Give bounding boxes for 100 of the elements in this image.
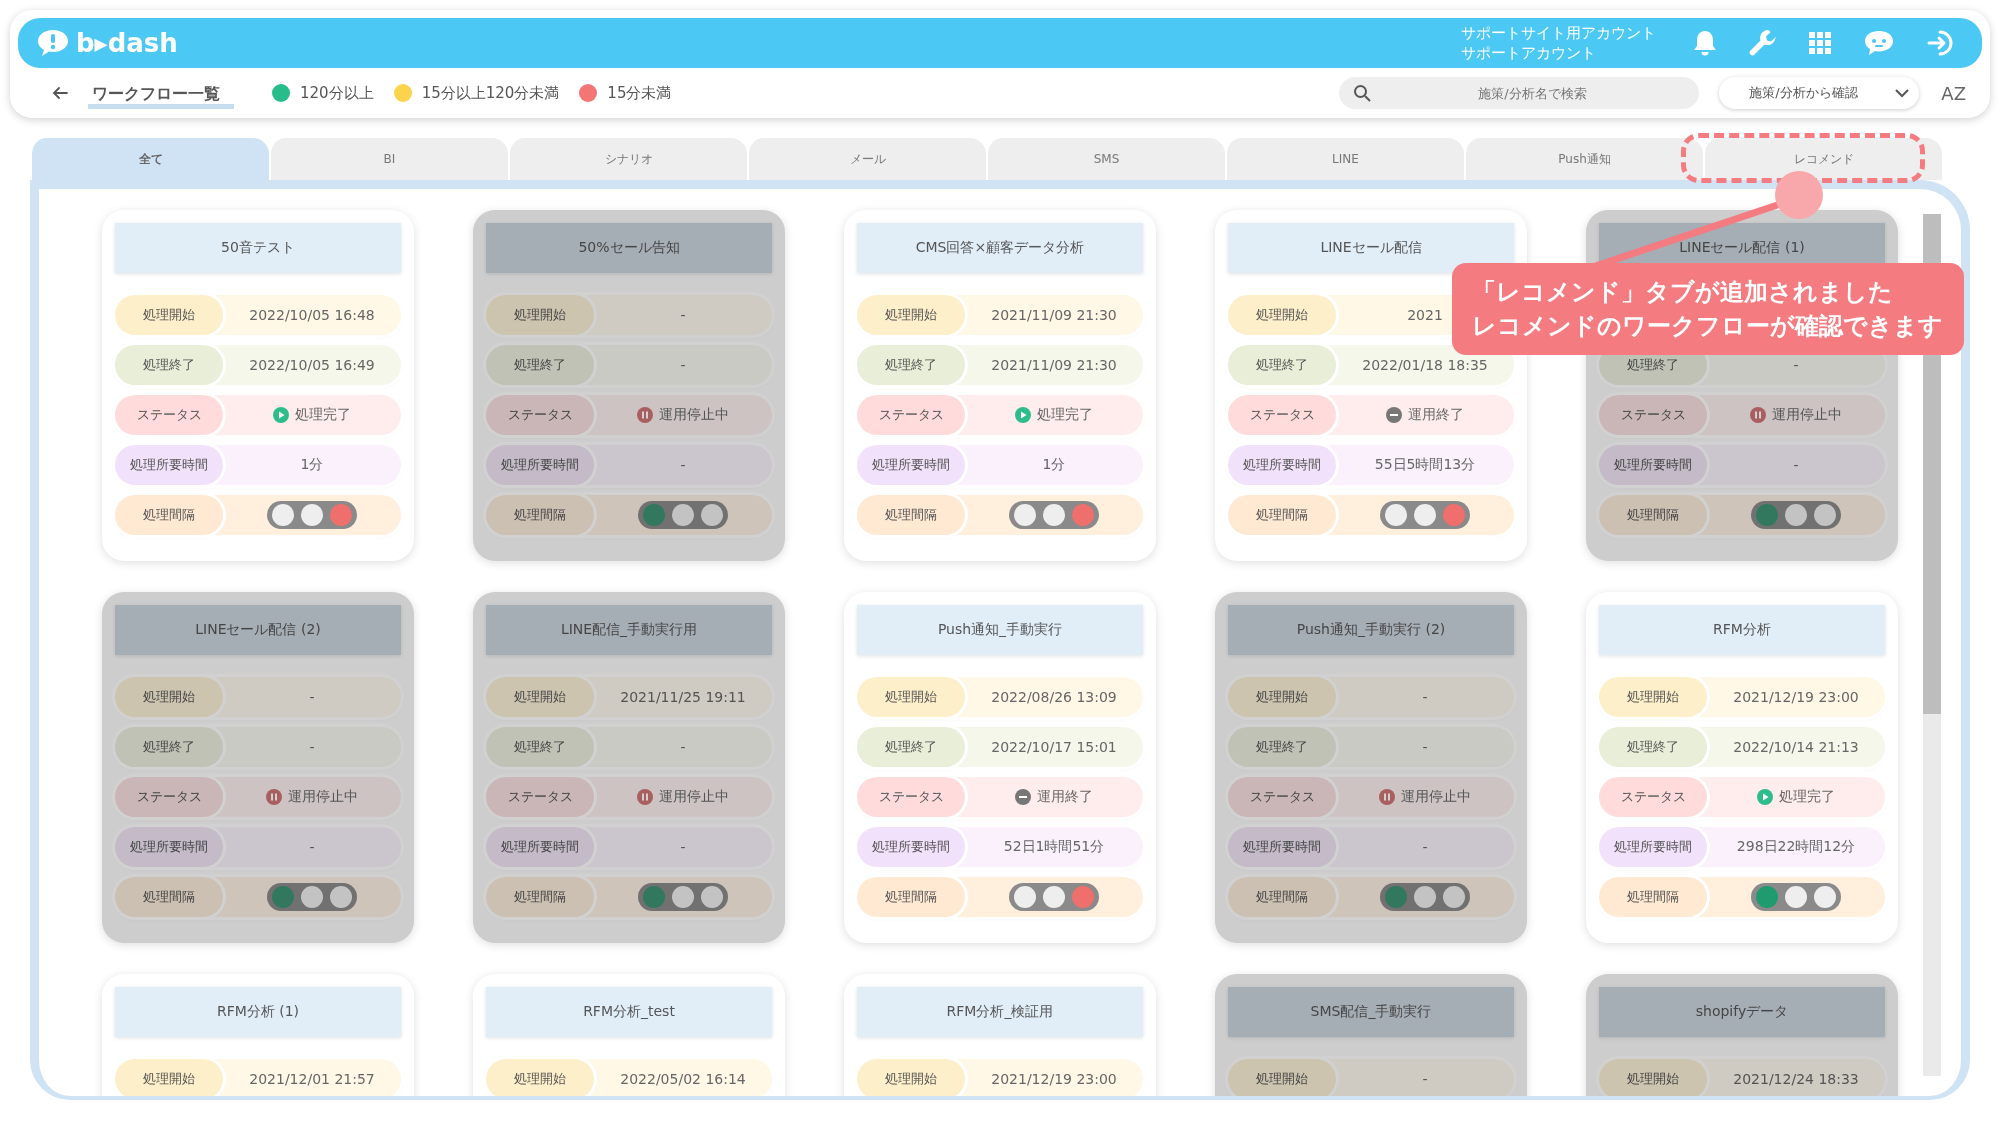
legend-label: 15分以上120分未満 bbox=[421, 83, 560, 103]
workflow-card[interactable]: RFM分析 処理開始 2021/12/19 23:00 処理終了 2022/10/14 21:13 ステータス 処理完了 処理所要時間 298日22時間12分 処理間隔 bbox=[1586, 592, 1898, 943]
bell-icon[interactable] bbox=[1692, 29, 1718, 57]
workflow-title: RFM分析_test bbox=[486, 987, 772, 1037]
row-value: - bbox=[308, 739, 316, 755]
category-tab[interactable]: SMS bbox=[986, 138, 1225, 180]
legend-label: 120分以上 bbox=[300, 83, 374, 103]
row-value: - bbox=[679, 839, 687, 855]
row-value: 2021/12/19 23:00 bbox=[990, 1071, 1118, 1087]
row-label: 処理終了 bbox=[1599, 727, 1707, 767]
row-value: 298日22時間12分 bbox=[1735, 838, 1857, 856]
search-field[interactable]: 施策/分析名で検索 bbox=[1339, 77, 1700, 109]
status-text: 運用終了 bbox=[1408, 406, 1464, 424]
filter-dropdown[interactable]: 施策/分析から確認 bbox=[1719, 77, 1920, 109]
category-tab[interactable]: BI bbox=[269, 138, 508, 180]
category-tab[interactable]: シナリオ bbox=[508, 138, 747, 180]
chevron-down-icon bbox=[1895, 88, 1910, 98]
row-label: 処理終了 bbox=[115, 727, 223, 767]
row-label: ステータス bbox=[1228, 395, 1336, 435]
status-text: 運用停止中 bbox=[1401, 788, 1471, 806]
status-text: 運用終了 bbox=[1037, 788, 1093, 806]
workflow-title: Push通知_手動実行 bbox=[857, 605, 1143, 655]
row-label: 処理所要時間 bbox=[115, 445, 223, 485]
row-value: 2021 bbox=[1406, 307, 1444, 323]
pause-icon bbox=[1379, 789, 1395, 805]
row-label: ステータス bbox=[1599, 777, 1707, 817]
back-arrow-icon[interactable] bbox=[52, 86, 68, 100]
workflow-title: 50音テスト bbox=[115, 223, 401, 273]
workflow-title: LINEセール配信 (2) bbox=[115, 605, 401, 655]
row-label: 処理開始 bbox=[115, 295, 223, 335]
row-value: 2022/01/18 18:35 bbox=[1361, 357, 1489, 373]
category-tab[interactable]: 全て bbox=[30, 138, 269, 180]
row-value: 2021/11/25 19:11 bbox=[619, 689, 747, 705]
row-label: 処理間隔 bbox=[115, 495, 223, 535]
status-text: 処理完了 bbox=[295, 406, 351, 424]
legend-label: 15分未満 bbox=[607, 83, 672, 103]
workflow-card[interactable]: CMS回答×顧客データ分析 処理開始 2021/11/09 21:30 処理終了 2021/11/09 21:30 ステータス 処理完了 処理所要時間 1分 処理間隔 bbox=[844, 210, 1156, 561]
row-label: 処理所要時間 bbox=[1228, 445, 1336, 485]
row-label: 処理所要時間 bbox=[857, 827, 965, 867]
row-label: 処理所要時間 bbox=[1599, 445, 1707, 485]
row-value: 1分 bbox=[299, 456, 325, 474]
status-text: 運用停止中 bbox=[659, 406, 729, 424]
row-label: 処理間隔 bbox=[486, 495, 594, 535]
row-value: 1分 bbox=[1041, 456, 1067, 474]
play-icon bbox=[273, 407, 289, 423]
row-label: 処理開始 bbox=[857, 295, 965, 335]
row-value: 52日1時間51分 bbox=[1002, 838, 1106, 856]
row-value: 2021/12/19 23:00 bbox=[1732, 689, 1860, 705]
row-label: 処理開始 bbox=[115, 1059, 223, 1096]
row-label: ステータス bbox=[857, 777, 965, 817]
row-label: 処理間隔 bbox=[1228, 877, 1336, 917]
pause-icon bbox=[637, 789, 653, 805]
row-value: - bbox=[1792, 357, 1800, 373]
row-label: 処理開始 bbox=[1228, 677, 1336, 717]
row-value: 2021/12/24 18:33 bbox=[1732, 1071, 1860, 1087]
row-label: 処理開始 bbox=[486, 677, 594, 717]
status-text: 運用停止中 bbox=[1772, 406, 1842, 424]
workflow-title: CMS回答×顧客データ分析 bbox=[857, 223, 1143, 273]
row-label: ステータス bbox=[115, 395, 223, 435]
row-value: - bbox=[1421, 1071, 1429, 1087]
row-value: - bbox=[679, 357, 687, 373]
row-label: 処理終了 bbox=[486, 727, 594, 767]
row-value: 2022/05/02 16:14 bbox=[619, 1071, 747, 1087]
row-label: 処理開始 bbox=[115, 677, 223, 717]
row-value: 2021/12/01 21:57 bbox=[248, 1071, 376, 1087]
logo-text: b▸dash bbox=[76, 28, 178, 58]
workflow-card[interactable]: Push通知_手動実行 処理開始 2022/08/26 13:09 処理終了 2022/10/17 15:01 ステータス 運用終了 処理所要時間 52日1時間51分 処理間隔 bbox=[844, 592, 1156, 943]
workflow-card[interactable]: RFM分析_検証用 処理開始 2021/12/19 23:00 bbox=[844, 974, 1156, 1096]
apps-grid-icon[interactable] bbox=[1808, 31, 1832, 55]
category-tab[interactable]: LINE bbox=[1225, 138, 1464, 180]
workflow-card[interactable]: RFM分析 (1) 処理開始 2021/12/01 21:57 bbox=[102, 974, 414, 1096]
row-value: - bbox=[1421, 689, 1429, 705]
row-value: - bbox=[679, 739, 687, 755]
row-label: 処理所要時間 bbox=[1599, 827, 1707, 867]
workflow-title: RFM分析 bbox=[1599, 605, 1885, 655]
category-tab[interactable]: Push通知 bbox=[1464, 138, 1703, 180]
row-label: 処理終了 bbox=[115, 345, 223, 385]
row-value: - bbox=[1421, 839, 1429, 855]
workflow-card[interactable]: RFM分析_test 処理開始 2022/05/02 16:14 bbox=[473, 974, 785, 1096]
row-value: 55日5時間13分 bbox=[1373, 456, 1477, 474]
wrench-icon[interactable] bbox=[1748, 28, 1778, 58]
row-value: - bbox=[308, 839, 316, 855]
row-label: ステータス bbox=[115, 777, 223, 817]
row-label: 処理開始 bbox=[1228, 295, 1336, 335]
row-value: 2021/11/09 21:30 bbox=[990, 307, 1118, 323]
row-value: - bbox=[308, 689, 316, 705]
sort-toggle[interactable]: AZ bbox=[1941, 82, 1966, 104]
row-label: 処理間隔 bbox=[857, 877, 965, 917]
row-value: - bbox=[1421, 739, 1429, 755]
minus-icon bbox=[1386, 407, 1402, 423]
status-text: 処理完了 bbox=[1037, 406, 1093, 424]
row-value: 2022/08/26 13:09 bbox=[990, 689, 1118, 705]
robot-chat-icon[interactable] bbox=[1862, 28, 1896, 58]
workflow-card[interactable]: 50音テスト 処理開始 2022/10/05 16:48 処理終了 2022/10/05 16:49 ステータス 処理完了 処理所要時間 1分 処理間隔 bbox=[102, 210, 414, 561]
row-value: - bbox=[1792, 457, 1800, 473]
row-label: 処理間隔 bbox=[1599, 495, 1707, 535]
workflow-title: 50%セール告知 bbox=[486, 223, 772, 273]
category-tab[interactable]: メール bbox=[747, 138, 986, 180]
row-label: 処理間隔 bbox=[857, 495, 965, 535]
category-tab[interactable]: レコメンド bbox=[1703, 138, 1942, 180]
